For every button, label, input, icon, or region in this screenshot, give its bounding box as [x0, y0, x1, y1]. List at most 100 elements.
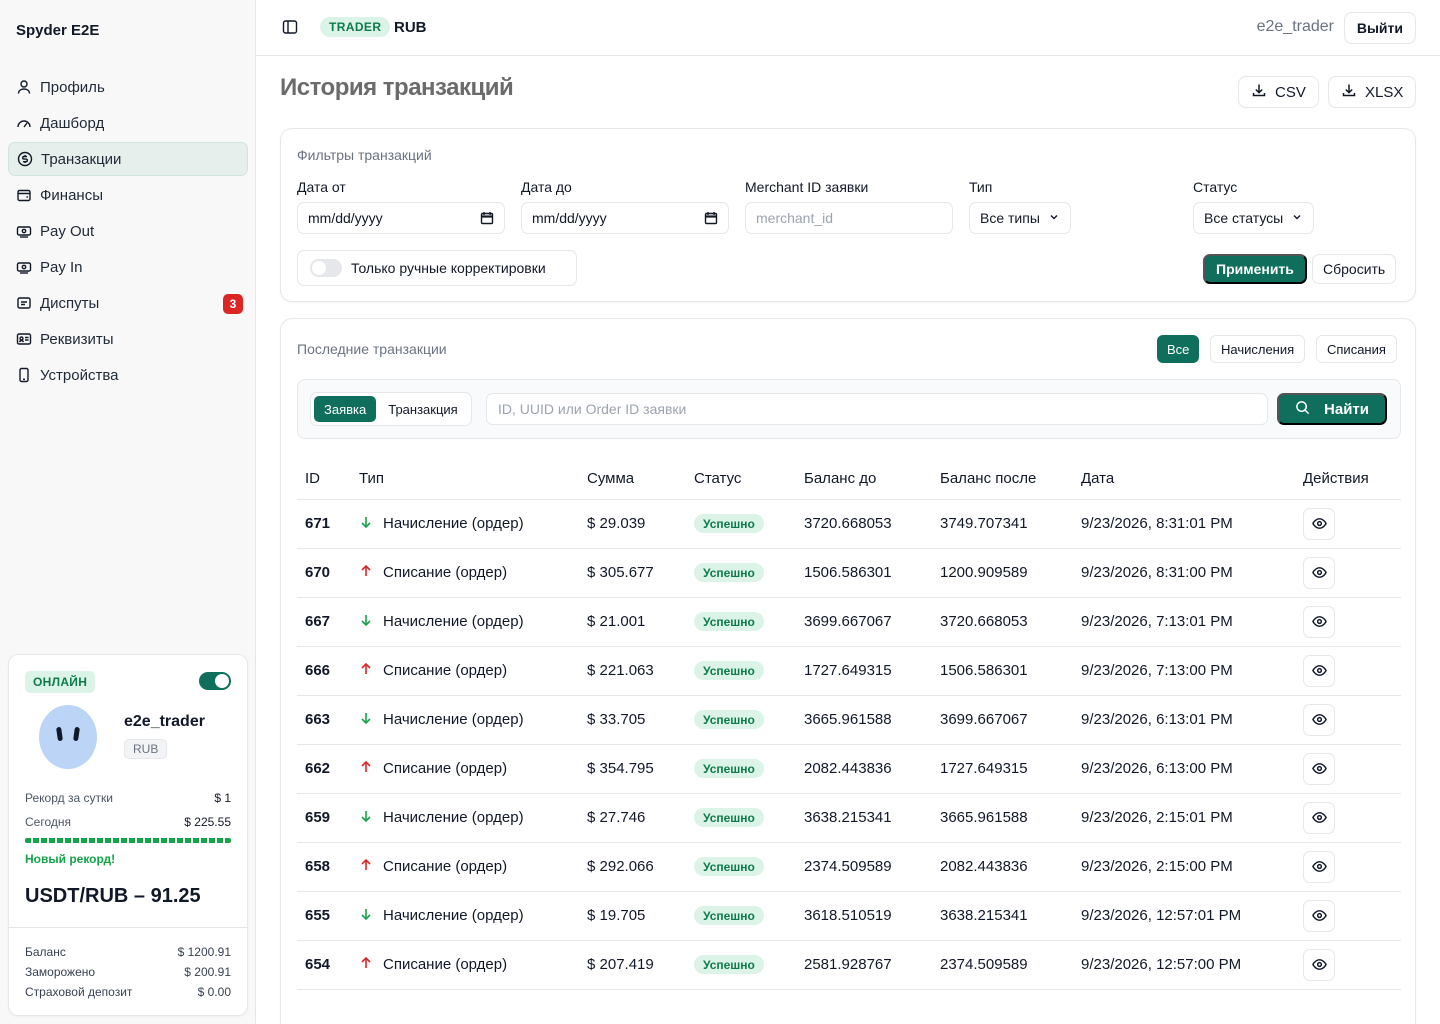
tx-actions-cell [1295, 940, 1401, 990]
view-details-button[interactable] [1303, 801, 1335, 834]
online-status-badge: ОНЛАЙН [25, 671, 96, 693]
column-header: Баланс до [796, 459, 932, 500]
sidebar-nav: Профиль Дашборд Транзакции Финансы Pay O… [8, 70, 248, 394]
mode-order[interactable]: Заявка [314, 396, 377, 422]
sidebar-item-devices[interactable]: Устройства [8, 358, 248, 392]
table-row: 654 Списание (ордер) $ 207.419 Успешно 2581.… [297, 940, 1401, 990]
tx-actions-cell [1295, 695, 1401, 745]
arrow-down-icon [359, 515, 373, 533]
tx-id: 671 [297, 499, 351, 549]
calendar-icon[interactable] [480, 211, 494, 225]
tx-status-cell: Успешно [686, 940, 796, 990]
manual-corrections-switch[interactable] [310, 259, 342, 277]
export-xlsx-button[interactable]: XLSX [1328, 76, 1417, 108]
status-badge: Успешно [694, 514, 764, 533]
wallet-icon [16, 187, 32, 203]
gauge-icon [16, 115, 32, 131]
download-icon [1251, 82, 1267, 102]
alert-icon [16, 295, 32, 311]
sidebar-item-dashboard[interactable]: Дашборд [8, 106, 248, 140]
transactions-title: Последние транзакции [297, 341, 447, 357]
tx-date: 9/23/2026, 12:57:00 PM [1073, 940, 1295, 990]
view-details-button[interactable] [1303, 899, 1335, 932]
status-badge: Успешно [694, 808, 764, 827]
view-details-button[interactable] [1303, 556, 1335, 589]
search-button[interactable]: Найти [1277, 393, 1387, 425]
view-details-button[interactable] [1303, 948, 1335, 981]
payin-icon [16, 259, 32, 275]
date-to-input[interactable]: mm/dd/yyyy [521, 202, 729, 234]
sidebar-item-label: Профиль [40, 78, 105, 96]
merchant-id-input[interactable]: merchant_id [745, 202, 953, 234]
reset-button[interactable]: Сбросить [1312, 254, 1397, 284]
view-details-button[interactable] [1303, 654, 1335, 687]
transactions-card: Последние транзакции Все Начисления Спис… [280, 318, 1416, 1024]
arrow-up-icon [359, 956, 373, 974]
tab-all[interactable]: Все [1157, 335, 1200, 363]
table-row: 662 Списание (ордер) $ 354.795 Успешно 2082.… [297, 744, 1401, 794]
sidebar-item-finance[interactable]: Финансы [8, 178, 248, 212]
status-badge: Успешно [694, 563, 764, 582]
calendar-icon[interactable] [704, 211, 718, 225]
tab-credits[interactable]: Начисления [1210, 335, 1306, 363]
logout-button[interactable]: Выйти [1343, 12, 1416, 44]
type-label: Тип [969, 179, 993, 195]
dollar-circle-icon [17, 151, 33, 167]
sidebar-item-disputes[interactable]: Диспуты 3 [8, 286, 248, 320]
tx-balance-after: 3749.707341 [932, 499, 1073, 549]
sidebar-item-payout[interactable]: Pay Out [8, 214, 248, 248]
eye-icon [1311, 614, 1327, 629]
disputes-count-badge: 3 [223, 294, 243, 314]
tx-balance-after: 2082.443836 [932, 842, 1073, 892]
search-input[interactable]: ID, UUID или Order ID заявки [486, 393, 1268, 425]
column-header: Баланс после [932, 459, 1073, 500]
status-select[interactable]: Все статусы [1193, 202, 1315, 234]
tx-type-label: Списание (ордер) [383, 662, 508, 679]
mode-transaction[interactable]: Транзакция [378, 396, 467, 422]
tx-date: 9/23/2026, 6:13:00 PM [1073, 744, 1295, 794]
search-button-label: Найти [1324, 400, 1369, 418]
tx-type: Списание (ордер) [359, 760, 579, 778]
tx-amount: $ 21.001 [579, 597, 686, 647]
manual-corrections-toggle[interactable]: Только ручные корректировки [297, 250, 577, 286]
tx-actions-cell [1295, 842, 1401, 892]
tx-type: Начисление (ордер) [359, 809, 579, 827]
tx-amount: $ 19.705 [579, 891, 686, 941]
sidebar-toggle-icon[interactable] [282, 19, 298, 35]
role-badge: TRADER [320, 17, 391, 37]
tx-type-cell: Списание (ордер) [351, 940, 579, 990]
view-details-button[interactable] [1303, 605, 1335, 638]
view-details-button[interactable] [1303, 507, 1335, 540]
tx-type: Списание (ордер) [359, 564, 579, 582]
view-details-button[interactable] [1303, 752, 1335, 785]
trader-name: e2e_trader [124, 713, 205, 730]
date-from-input[interactable]: mm/dd/yyyy [297, 202, 505, 234]
tx-actions-cell [1295, 793, 1401, 843]
tx-type-label: Начисление (ордер) [383, 809, 524, 826]
tx-id: 658 [297, 842, 351, 892]
apply-button[interactable]: Применить [1203, 254, 1307, 284]
view-details-button[interactable] [1303, 850, 1335, 883]
sidebar-item-label: Финансы [40, 186, 103, 204]
sidebar-item-payin[interactable]: Pay In [8, 250, 248, 284]
tx-type-label: Начисление (ордер) [383, 907, 524, 924]
column-header: Действия [1295, 459, 1401, 500]
tx-amount: $ 27.746 [579, 793, 686, 843]
online-toggle[interactable] [199, 672, 231, 690]
tab-debits[interactable]: Списания [1316, 335, 1397, 363]
tx-type-label: Начисление (ордер) [383, 515, 524, 532]
sidebar-item-profile[interactable]: Профиль [8, 70, 248, 104]
eye-icon [1311, 761, 1327, 776]
tx-actions-cell [1295, 891, 1401, 941]
export-csv-button[interactable]: CSV [1238, 76, 1319, 108]
export-csv-label: CSV [1275, 83, 1306, 101]
sidebar-item-transactions[interactable]: Транзакции [8, 142, 248, 176]
tx-id: 659 [297, 793, 351, 843]
tx-type: Списание (ордер) [359, 858, 579, 876]
view-details-button[interactable] [1303, 703, 1335, 736]
tx-date: 9/23/2026, 7:13:01 PM [1073, 597, 1295, 647]
type-select[interactable]: Все типы [969, 202, 1071, 234]
sidebar-item-requisites[interactable]: Реквизиты [8, 322, 248, 356]
tx-type-label: Списание (ордер) [383, 760, 508, 777]
tx-type-cell: Списание (ордер) [351, 548, 579, 598]
